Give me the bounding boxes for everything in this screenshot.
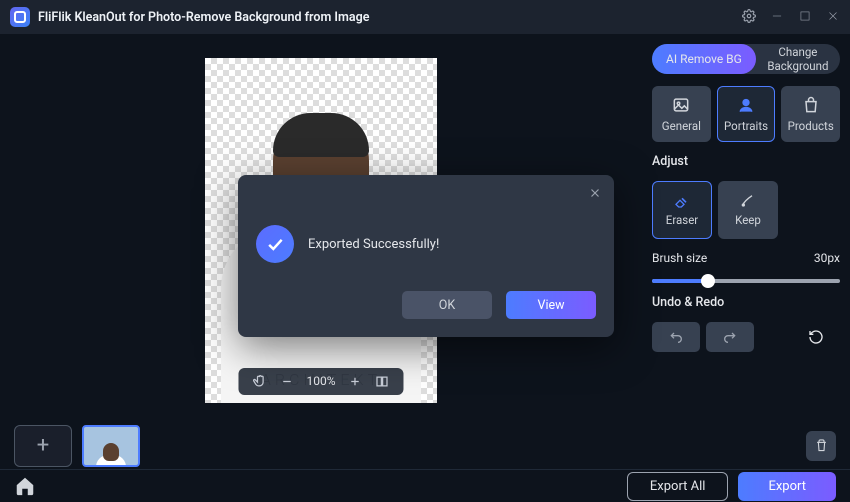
refresh-icon [808,329,824,345]
dialog-close-button[interactable] [588,185,602,204]
zoom-in-icon[interactable] [348,374,363,389]
tile-portraits[interactable]: Portraits [717,86,776,142]
titlebar: FliFlik KleanOut for Photo-Remove Backgr… [0,0,850,34]
brush-size-label: Brush size [652,251,707,265]
adjust-keep[interactable]: Keep [718,181,778,239]
tab-change-background[interactable]: Change Background [756,45,840,73]
redo-icon [722,329,738,345]
success-check-icon [256,225,294,263]
tile-label: Portraits [724,119,768,133]
delete-button[interactable] [806,431,836,461]
dialog-ok-button[interactable]: OK [402,291,492,319]
reset-button[interactable] [792,322,840,352]
tab-ai-remove-bg[interactable]: AI Remove BG [652,44,756,74]
trash-icon [814,438,829,453]
tile-products[interactable]: Products [781,86,840,142]
minimize-icon[interactable] [770,8,784,27]
bag-icon [801,95,821,115]
zoom-toolbar: 100% [238,368,403,395]
dialog-view-button[interactable]: View [506,291,596,319]
adjust-eraser[interactable]: Eraser [652,181,712,239]
brush-icon [738,193,758,209]
adjust-label-text: Eraser [666,213,698,227]
dialog-message: Exported Successfully! [308,237,439,252]
undo-icon [668,329,684,345]
tile-label: Products [788,119,834,133]
tile-label: General [662,119,701,133]
home-icon[interactable] [14,475,36,497]
mode-tabs: AI Remove BG Change Background [652,44,840,74]
slider-thumb[interactable] [701,274,715,288]
close-icon[interactable] [826,8,840,27]
zoom-value: 100% [306,374,335,388]
add-image-button[interactable]: + [14,425,72,467]
undo-button[interactable] [652,322,700,352]
export-all-button[interactable]: Export All [627,472,729,501]
eraser-icon [672,193,692,209]
tile-general[interactable]: General [652,86,711,142]
settings-icon[interactable] [742,8,756,27]
pan-hand-icon[interactable] [252,374,267,389]
sidebar: AI Remove BG Change Background General P… [642,34,850,422]
redo-button[interactable] [706,322,754,352]
person-icon [736,95,756,115]
brush-size-value: 30px [814,251,840,265]
adjust-label-text: Keep [735,213,761,227]
app-title: FliFlik KleanOut for Photo-Remove Backgr… [38,10,734,25]
export-button[interactable]: Export [738,472,836,501]
image-icon [671,95,691,115]
compare-icon[interactable] [375,374,390,389]
maximize-icon[interactable] [798,8,812,27]
brush-size-slider[interactable] [652,279,840,283]
zoom-out-icon[interactable] [279,374,294,389]
adjust-label: Adjust [652,154,840,169]
export-success-dialog: Exported Successfully! OK View [238,175,614,337]
thumbnail-strip: + [0,422,850,469]
undo-redo-label: Undo & Redo [652,295,840,310]
thumbnail-item[interactable] [82,425,140,467]
footer: Export All Export [0,469,850,502]
app-logo [10,7,30,27]
plus-icon: + [37,433,49,458]
